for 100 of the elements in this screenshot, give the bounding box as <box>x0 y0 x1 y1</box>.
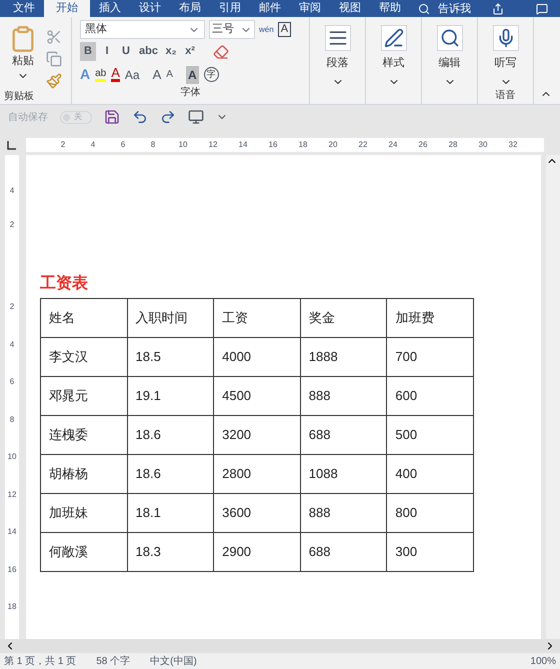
table-cell: 688 <box>300 416 387 454</box>
table-cell: 18.1 <box>127 494 214 532</box>
table-cell: 2800 <box>214 454 300 494</box>
styles-icon <box>384 28 404 48</box>
table-cell: 800 <box>386 494 474 532</box>
format-button[interactable]: I <box>99 42 115 61</box>
highlight-button[interactable]: ab <box>95 68 106 82</box>
table-cell: 500 <box>386 416 474 454</box>
ribbon-tab[interactable]: 邮件 <box>250 0 290 17</box>
autosave-label: 自动保存 <box>8 110 48 124</box>
ribbon-tab[interactable]: 开始 <box>44 0 90 17</box>
shrink-font-button[interactable]: A <box>166 67 173 82</box>
ruler-number: 12 <box>208 139 218 151</box>
format-button[interactable]: x₂ <box>162 42 179 61</box>
font-name-field[interactable]: 黑体 <box>80 20 205 39</box>
ruler-number: 16 <box>268 139 278 151</box>
ribbon-group-button[interactable]: 段落 <box>324 25 350 88</box>
save-icon[interactable] <box>104 109 120 125</box>
search-icon <box>440 28 460 48</box>
paste-button[interactable]: 粘贴 <box>4 25 42 89</box>
horizontal-scrollbar[interactable] <box>0 639 560 653</box>
ribbon-tab[interactable]: 帮助 <box>370 0 410 17</box>
ruler-number: 8 <box>150 139 156 151</box>
format-button[interactable]: B <box>80 42 96 61</box>
vertical-scrollbar[interactable] <box>546 155 560 639</box>
table-cell: 邓晁元 <box>40 376 127 416</box>
touch-mode-icon[interactable] <box>188 109 204 125</box>
status-text: 58 个字 <box>96 654 130 668</box>
table-header-cell: 工资 <box>214 298 300 338</box>
ruler-number: 16 <box>8 564 16 576</box>
table-cell: 19.1 <box>127 376 214 416</box>
table-cell: 300 <box>386 532 474 572</box>
format-button[interactable]: U <box>118 42 134 61</box>
table-cell: 李文汉 <box>40 338 127 376</box>
ribbon-tab[interactable]: 视图 <box>330 0 370 17</box>
table-cell: 胡椿杨 <box>40 454 127 494</box>
table-cell: 何敞溪 <box>40 532 127 572</box>
tell-me-field[interactable]: 告诉我 <box>438 2 471 17</box>
ribbon-tab[interactable]: 设计 <box>130 0 170 17</box>
ruler-number: 28 <box>448 139 458 151</box>
table-cell: 3600 <box>214 494 300 532</box>
ruler-number: 30 <box>478 139 488 151</box>
table-header-cell: 奖金 <box>300 298 387 338</box>
ruler-number: 6 <box>10 376 14 388</box>
share-icon[interactable] <box>492 3 504 15</box>
table-cell: 4500 <box>214 376 300 416</box>
format-button[interactable]: x² <box>182 42 198 61</box>
undo-icon[interactable] <box>132 109 148 125</box>
table-cell: 1088 <box>300 454 387 494</box>
ruler-number: 14 <box>8 526 16 538</box>
character-border-button[interactable]: A <box>278 22 292 37</box>
table-cell: 18.3 <box>127 532 214 572</box>
table-cell: 18.6 <box>127 454 214 494</box>
table-cell: 888 <box>300 494 387 532</box>
ruler-number: 24 <box>388 139 398 151</box>
ribbon-tab[interactable]: 布局 <box>170 0 210 17</box>
ruler-number: 2 <box>10 301 14 314</box>
ribbon-group-button[interactable]: 样式 <box>380 25 406 88</box>
enclose-characters-button[interactable]: 字 <box>204 67 219 82</box>
status-text: 第 1 页，共 1 页 <box>4 654 76 668</box>
ruler-number: 6 <box>120 139 126 151</box>
ruler-number: 10 <box>178 139 188 151</box>
group-label: 剪贴板 <box>4 90 35 104</box>
table-header-cell: 加班费 <box>386 298 474 338</box>
character-shading-button[interactable]: A <box>186 66 199 84</box>
ruler-number: 22 <box>358 139 368 151</box>
table-header-cell: 入职时间 <box>127 298 214 338</box>
table-cell: 加班妹 <box>40 494 127 532</box>
search-icon <box>418 3 430 15</box>
change-case-button[interactable]: Aa <box>124 66 140 84</box>
ribbon-tab[interactable]: 文件 <box>4 0 44 17</box>
comment-icon[interactable] <box>536 3 548 15</box>
table-cell: 2900 <box>214 532 300 572</box>
pinyin-guide-button[interactable]: wén <box>259 26 274 34</box>
clear-formatting-icon[interactable] <box>212 44 229 60</box>
table-cell: 3200 <box>214 416 300 454</box>
table-cell: 18.6 <box>127 416 214 454</box>
ruler-number: 2 <box>60 139 66 151</box>
ruler-number: 4 <box>10 185 14 197</box>
ribbon-tab[interactable]: 插入 <box>90 0 130 17</box>
ruler-number: 4 <box>10 338 14 351</box>
table-cell: 连槐委 <box>40 416 127 454</box>
ribbon-tab[interactable]: 引用 <box>210 0 250 17</box>
grow-font-button[interactable]: A <box>152 64 162 84</box>
ribbon-group-button[interactable]: 编辑 <box>436 25 462 88</box>
document-title: 工资表 <box>40 274 88 294</box>
ribbon-tab[interactable]: 审阅 <box>290 0 330 17</box>
redo-icon[interactable] <box>160 109 176 125</box>
ruler-number: 32 <box>508 139 518 151</box>
font-size-field[interactable]: 三号 <box>209 20 255 39</box>
table-cell: 4000 <box>214 338 300 376</box>
format-painter-icon[interactable] <box>46 73 62 89</box>
font-color-button[interactable]: A <box>111 67 120 82</box>
ribbon-group-button[interactable]: 听写 <box>492 25 518 88</box>
ruler-number: 10 <box>8 451 16 464</box>
table-cell: 600 <box>386 376 474 416</box>
table-cell: 400 <box>386 454 474 494</box>
ruler-number: 26 <box>418 139 428 151</box>
table-cell: 1888 <box>300 338 387 376</box>
format-button[interactable]: abc <box>137 42 160 61</box>
